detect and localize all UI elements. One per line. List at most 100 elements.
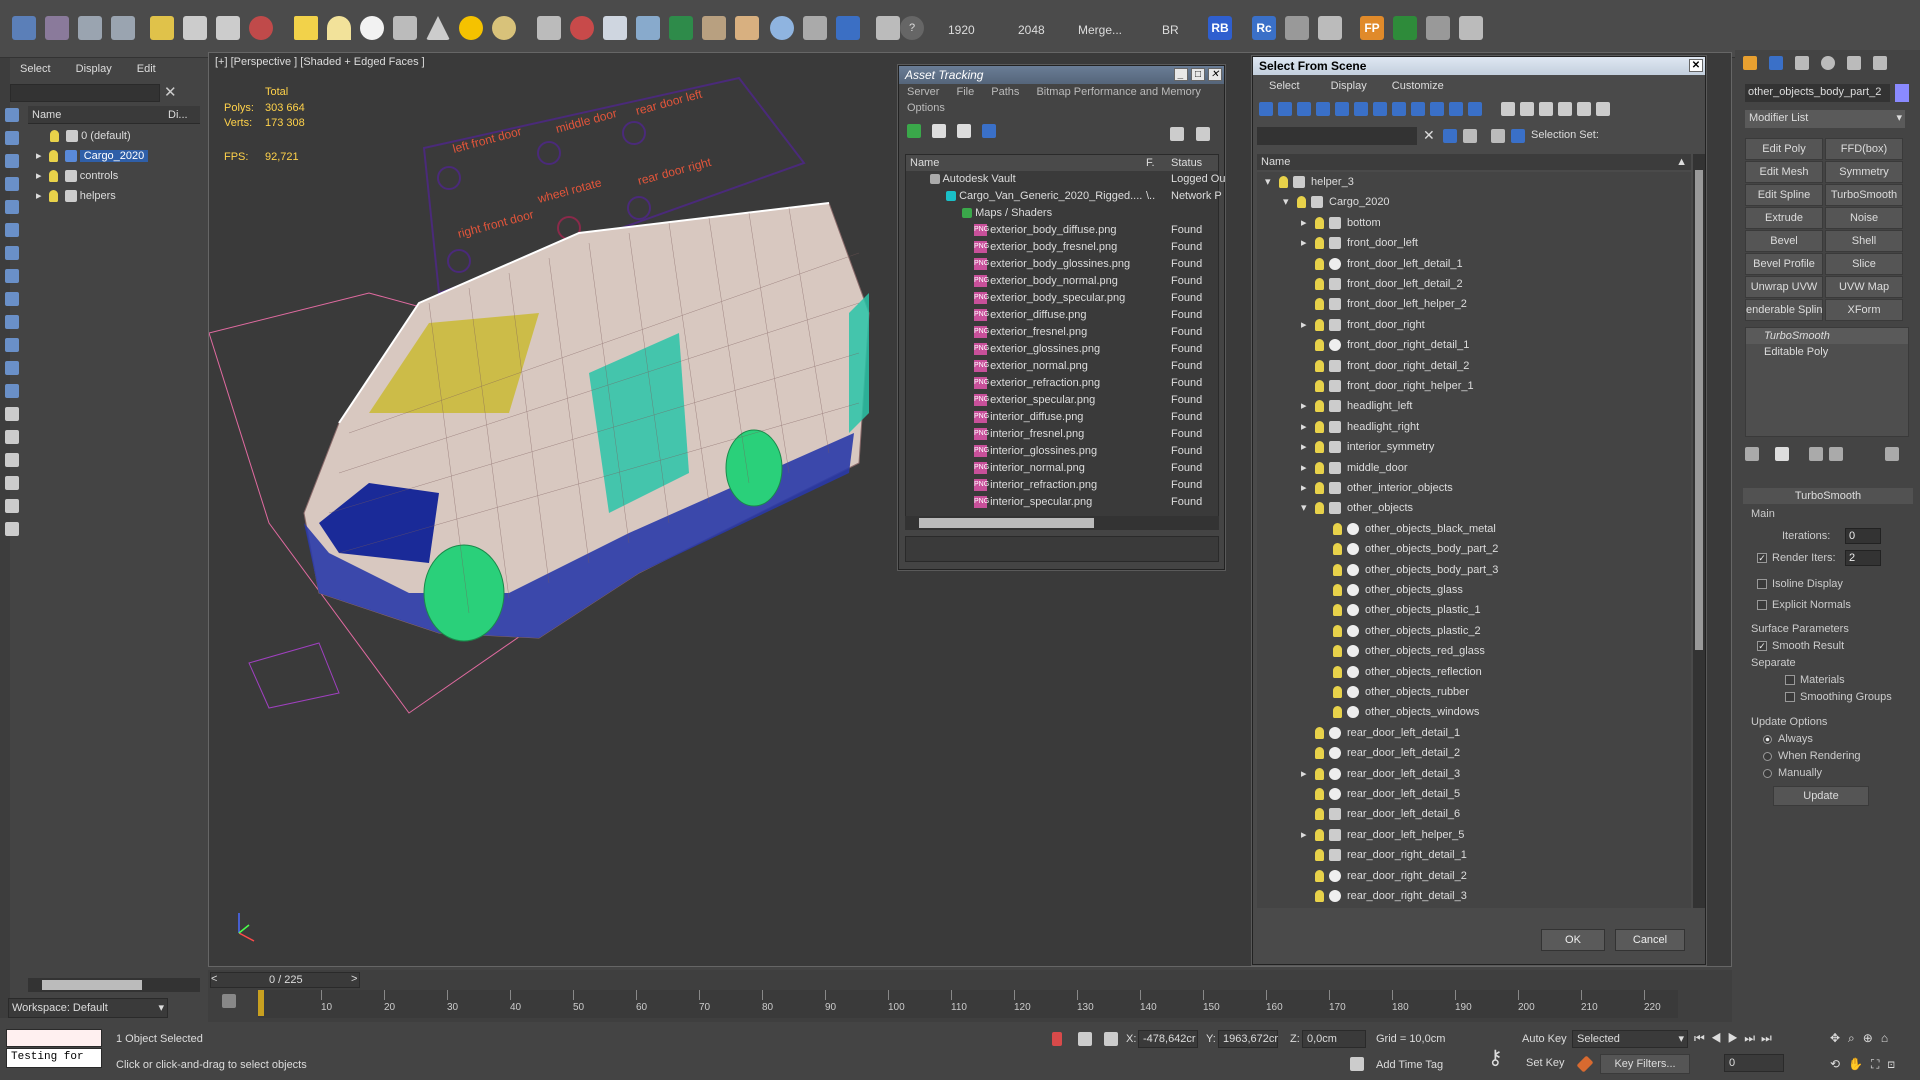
bulb-icon[interactable] (1315, 482, 1324, 494)
sun-icon[interactable] (459, 16, 483, 40)
tree-item[interactable]: other_objects_body_part_2 (1257, 539, 1691, 559)
render-icon[interactable] (603, 16, 627, 40)
modifier-button[interactable]: Shell (1825, 230, 1903, 252)
tree-item[interactable]: ▸ front_door_right (1257, 315, 1691, 335)
expand-arrow-icon[interactable]: ▸ (36, 170, 42, 182)
display-shapes-icon[interactable] (1297, 102, 1311, 116)
bulb-icon[interactable] (50, 130, 59, 143)
tree-item[interactable]: other_objects_glass (1257, 580, 1691, 600)
asset-row[interactable]: PNG exterior_body_fresnel.png Found (906, 239, 1218, 256)
close-button[interactable]: ✕ (1689, 59, 1703, 72)
bulb-icon[interactable] (1333, 686, 1342, 698)
modifier-button[interactable]: TurboSmooth (1825, 184, 1903, 206)
layer-icon[interactable] (1491, 129, 1505, 143)
asset-row[interactable]: PNG exterior_body_specular.png Found (906, 290, 1218, 307)
tree-item[interactable]: rear_door_left_detail_6 (1257, 804, 1691, 824)
tree-item[interactable]: other_objects_body_part_3 (1257, 560, 1691, 580)
filter-containers-icon[interactable] (5, 361, 19, 375)
rb-button[interactable]: RB (1208, 16, 1232, 40)
x-coordinate-field[interactable]: -478,642cr (1138, 1030, 1198, 1048)
current-frame-field[interactable]: 0 (1724, 1054, 1784, 1072)
tree-item[interactable]: rear_door_right_detail_2 (1257, 866, 1691, 886)
bulb-icon[interactable] (1315, 767, 1324, 780)
expand-arrow-icon[interactable]: ▸ (1301, 417, 1307, 437)
bulb-icon[interactable] (1333, 604, 1342, 617)
filter-spacewarps-icon[interactable] (5, 269, 19, 283)
cone-icon[interactable] (426, 16, 450, 40)
object-name-field[interactable]: other_objects_body_part_2 (1745, 84, 1890, 102)
light-icon[interactable] (150, 16, 174, 40)
display-cameras-icon[interactable] (1335, 102, 1349, 116)
sheet-icon[interactable] (1459, 16, 1483, 40)
always-row[interactable]: Always (1763, 733, 1813, 745)
expand-arrow-icon[interactable]: ▸ (1301, 458, 1307, 478)
bulb-icon[interactable] (1315, 237, 1324, 250)
smoothing-groups-row[interactable]: Smoothing Groups (1785, 691, 1892, 703)
explorer-hscrollbar[interactable] (28, 978, 200, 992)
copy-icon[interactable] (876, 16, 900, 40)
smoothing-groups-checkbox[interactable] (1785, 692, 1795, 703)
tree-header[interactable]: Name ▲ (1257, 154, 1691, 170)
asset-tracking-titlebar[interactable]: Asset Tracking _ □ ✕ (899, 66, 1224, 84)
tree-vscrollbar[interactable] (1693, 154, 1705, 908)
remove-modifier-icon[interactable] (1829, 447, 1843, 461)
tree-item[interactable]: ▸ interior_symmetry (1257, 437, 1691, 457)
show-end-result-icon[interactable] (1775, 447, 1789, 461)
workspace-select[interactable]: Workspace: Default ▾ (8, 998, 168, 1018)
scatter-icon[interactable] (636, 16, 660, 40)
clear-search-icon[interactable]: ✕ (1423, 127, 1435, 144)
utilities-tab-icon[interactable] (1873, 56, 1887, 70)
asset-row[interactable]: PNG exterior_diffuse.png Found (906, 307, 1218, 324)
tree-icon[interactable] (1393, 16, 1417, 40)
control-circle[interactable] (537, 141, 561, 165)
rear-wheel[interactable] (725, 429, 783, 507)
tree-item[interactable]: ▸ rear_door_right_detail_4 (1257, 906, 1691, 908)
asset-row[interactable]: PNG exterior_body_normal.png Found (906, 273, 1218, 290)
asset-tracking-window[interactable]: Asset Tracking _ □ ✕ Server File Paths B… (898, 65, 1225, 570)
select-all-icon[interactable] (1501, 102, 1515, 116)
explicit-normals-row[interactable]: Explicit Normals (1757, 599, 1851, 611)
expand-arrow-icon[interactable]: ▸ (1301, 233, 1307, 253)
bulb-icon[interactable] (1315, 461, 1324, 474)
select-search-input[interactable] (1257, 127, 1417, 145)
materials-checkbox[interactable] (1785, 675, 1795, 686)
modifier-button[interactable]: Bevel (1745, 230, 1823, 252)
display-groups-icon[interactable] (1392, 102, 1406, 116)
playback-controls[interactable]: ⏮◀▶⏭⏭ (1694, 1031, 1778, 1046)
timeline-track[interactable]: 10 20 30 40 50 60 70 80 90 100 110 120 130 140 150 160 1… (258, 990, 1678, 1018)
menu-display[interactable]: Display (1331, 80, 1367, 92)
bulb-icon[interactable] (1315, 890, 1324, 902)
manually-row[interactable]: Manually (1763, 767, 1822, 779)
bulb-icon[interactable] (1315, 339, 1324, 352)
render-iters-spinner[interactable]: 2 (1845, 550, 1881, 566)
modifier-button[interactable]: Symmetry (1825, 161, 1903, 183)
time-cursor[interactable] (258, 990, 264, 1016)
max-file-row[interactable]: Cargo_Van_Generic_2020_Rigged.... \.. Ne… (906, 188, 1222, 205)
tree-item[interactable]: rear_door_left_detail_5 (1257, 784, 1691, 804)
modifier-button[interactable]: Slice (1825, 253, 1903, 275)
expand-arrow-icon[interactable]: ▸ (1301, 906, 1307, 908)
sort-icon[interactable] (1463, 129, 1477, 143)
viewport-nav-controls[interactable]: ✥⌕⊕⌂ (1830, 1031, 1896, 1046)
display-xrefs-icon[interactable] (1411, 102, 1425, 116)
tree-item[interactable]: ▾ helper_3 (1257, 172, 1691, 192)
tree-item[interactable]: rear_door_left_detail_1 (1257, 723, 1691, 743)
bulb-icon[interactable] (1315, 359, 1324, 372)
select-none-icon[interactable] (1520, 102, 1534, 116)
time-tag-icon[interactable] (1350, 1057, 1364, 1071)
rc-button[interactable]: Rc (1252, 16, 1276, 40)
list-icon[interactable] (5, 522, 19, 536)
modifier-button[interactable]: UVW Map (1825, 276, 1903, 298)
asset-row[interactable]: PNG interior_normal.png Found (906, 460, 1218, 477)
fur-icon[interactable] (669, 16, 693, 40)
tree-item[interactable]: other_objects_plastic_2 (1257, 621, 1691, 641)
menu-select[interactable]: Select (1269, 80, 1300, 92)
time-slider[interactable]: < 0 / 225 > (210, 972, 360, 988)
display-helpers-icon[interactable] (1354, 102, 1368, 116)
settings-icon[interactable] (1196, 127, 1210, 141)
modifier-list-select[interactable]: Modifier List ▾ (1745, 110, 1905, 128)
tree-item[interactable]: front_door_right_detail_1 (1257, 335, 1691, 355)
explorer-menu-select[interactable]: Select (20, 63, 51, 75)
bulb-icon[interactable] (1315, 788, 1324, 800)
layer-row[interactable]: ▸ helpers (30, 187, 200, 206)
